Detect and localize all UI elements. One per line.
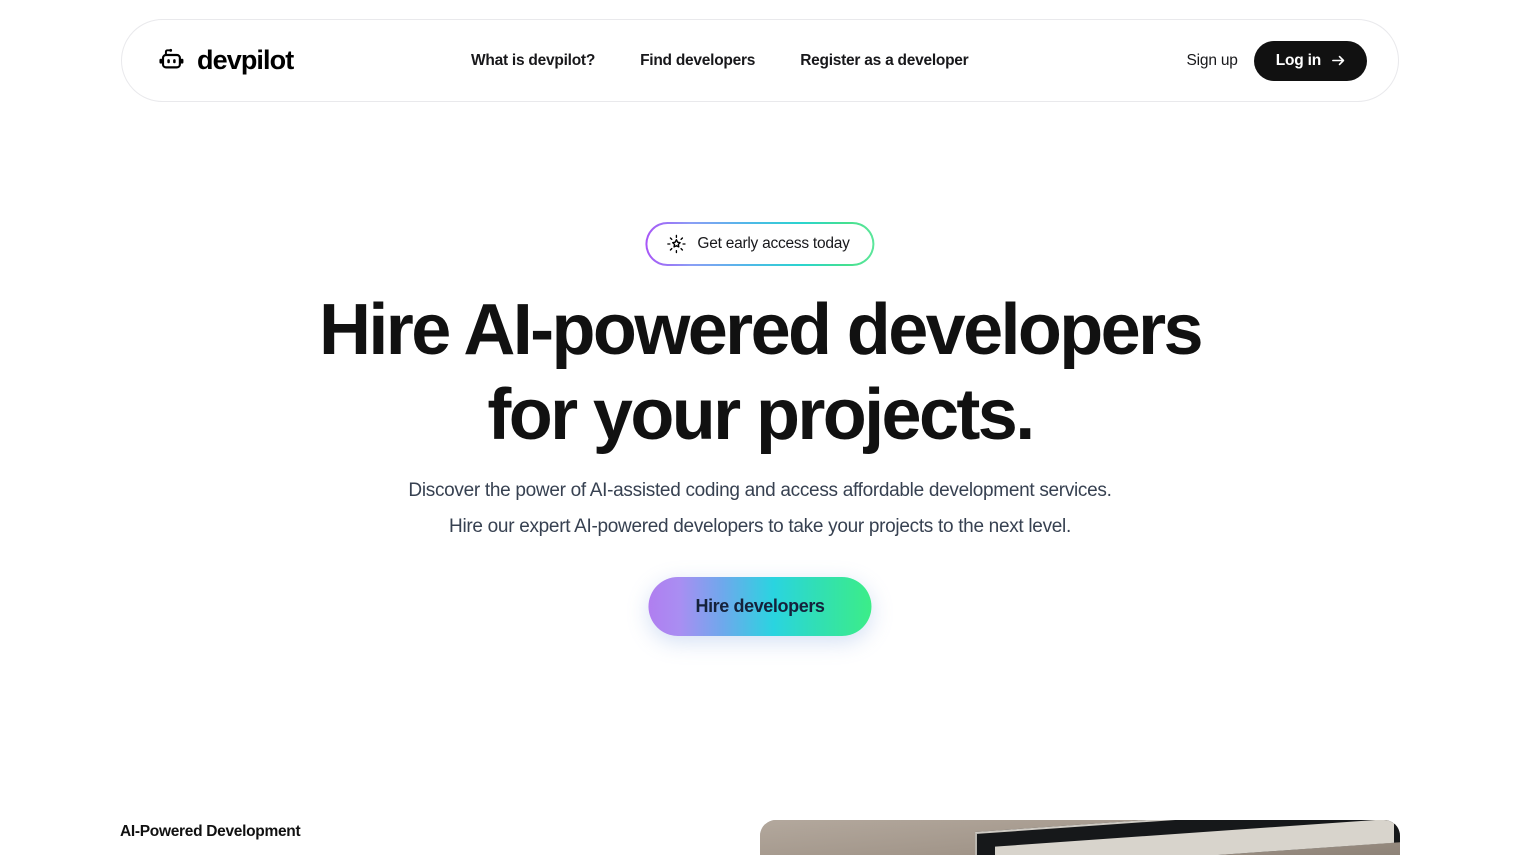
early-access-badge-inner: Get early access today [647, 224, 873, 264]
early-access-badge[interactable]: Get early access today [645, 222, 875, 266]
nav-item-register-as-developer[interactable]: Register as a developer [800, 52, 969, 70]
arrow-right-icon [1330, 52, 1347, 69]
main-navigation: What is devpilot? Find developers Regist… [471, 52, 969, 70]
robot-icon [157, 46, 187, 76]
early-access-badge-label: Get early access today [697, 235, 850, 252]
header-pill: devpilot What is devpilot? Find develope… [121, 19, 1399, 102]
hero-headline-line-1: Hire AI-powered developers [318, 290, 1204, 370]
sparkle-sun-icon [666, 234, 686, 254]
hero-headline: Hire AI-powered developers for your proj… [0, 288, 1520, 458]
feature-section-label: AI-Powered Development [120, 823, 301, 840]
brand-logo[interactable]: devpilot [157, 45, 294, 76]
hero-cta-wrapper: Hire developers [648, 577, 872, 636]
log-in-button[interactable]: Log in [1253, 40, 1367, 81]
hire-developers-button[interactable]: Hire developers [648, 577, 872, 636]
nav-item-find-developers[interactable]: Find developers [640, 52, 755, 70]
log-in-label: Log in [1275, 51, 1321, 69]
sign-up-link[interactable]: Sign up [1187, 52, 1238, 70]
hero-subtitle-line-1: Discover the power of AI-assisted coding… [408, 480, 1112, 501]
nav-item-what-is-devpilot[interactable]: What is devpilot? [471, 52, 595, 70]
site-header: devpilot What is devpilot? Find develope… [121, 19, 1399, 102]
hero-subtitle-line-2: Hire our expert AI-powered developers to… [449, 516, 1071, 537]
header-actions: Sign up Log in [1187, 40, 1367, 81]
hero-subtitle: Discover the power of AI-assisted coding… [0, 473, 1520, 545]
hero-headline-line-2: for your projects. [487, 374, 1035, 455]
brand-name: devpilot [197, 45, 294, 75]
feature-photo [760, 820, 1400, 855]
